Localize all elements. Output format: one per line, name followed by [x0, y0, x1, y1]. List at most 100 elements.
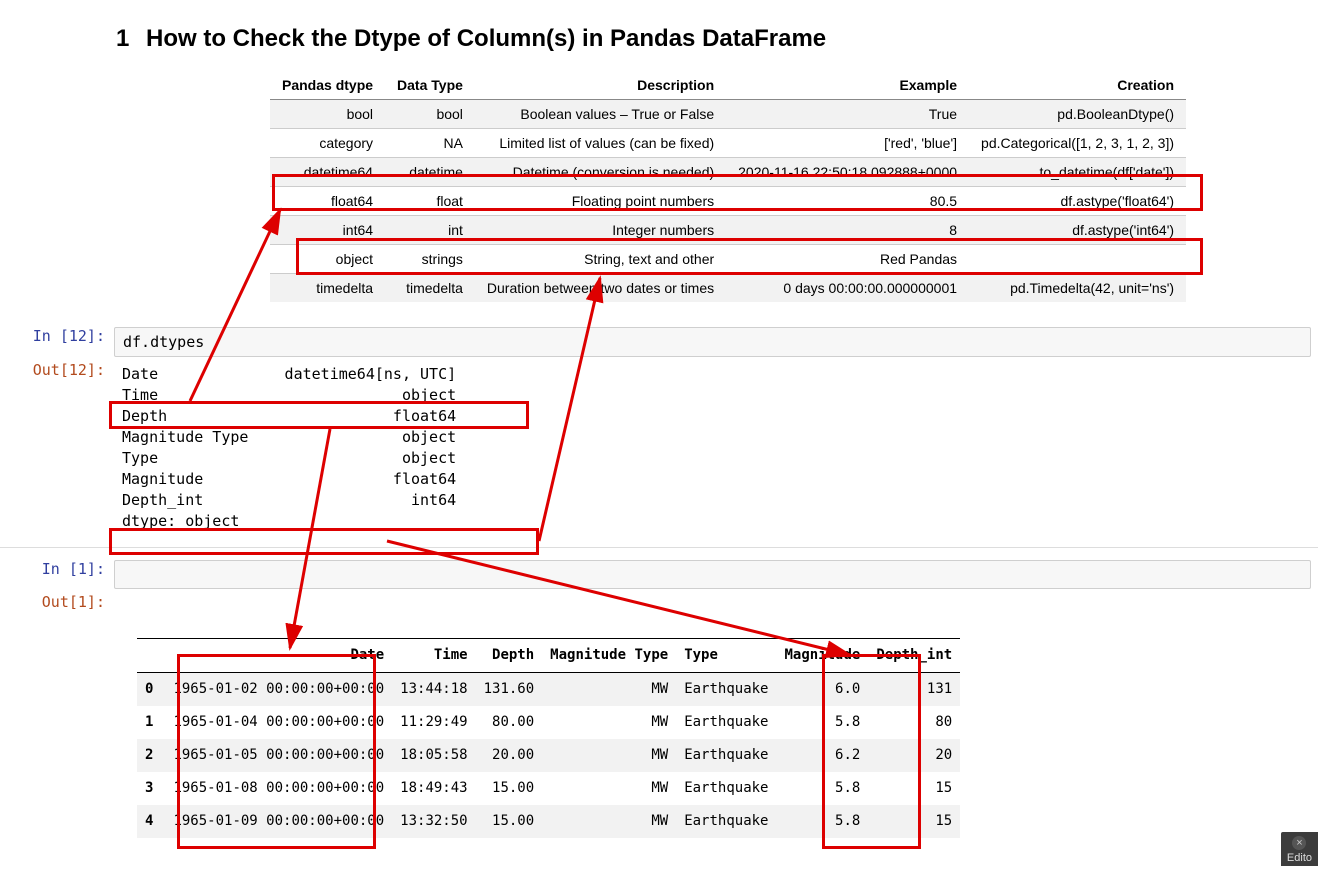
table-row: 31965-01-08 00:00:00+00:0018:49:4315.00M… [137, 772, 960, 805]
table-row: categoryNALimited list of values (can be… [270, 129, 1186, 158]
code-cell-12: In [12]: df.dtypes [0, 327, 1318, 357]
table-row: boolboolBoolean values – True or FalseTr… [270, 100, 1186, 129]
table-cell: timedelta [385, 274, 475, 303]
table-cell: int [385, 216, 475, 245]
col-description: Description [475, 71, 726, 100]
table-row: 01965-01-02 00:00:00+00:0013:44:18131.60… [137, 673, 960, 707]
table-cell: object [270, 245, 385, 274]
table-cell: MW [542, 739, 676, 772]
code-input-12[interactable]: df.dtypes [114, 327, 1311, 357]
table-cell: Red Pandas [726, 245, 969, 274]
table-cell: to_datetime(df['date']) [969, 158, 1186, 187]
table-cell: 5.8 [776, 706, 868, 739]
table-row: 21965-01-05 00:00:00+00:0018:05:5820.00M… [137, 739, 960, 772]
table-cell: 15 [868, 772, 960, 805]
table-row: float64floatFloating point numbers80.5df… [270, 187, 1186, 216]
table-row: timedeltatimedeltaDuration between two d… [270, 274, 1186, 303]
table-cell: True [726, 100, 969, 129]
table-cell: Datetime (conversion is needed) [475, 158, 726, 187]
table-cell: 5.8 [776, 805, 868, 838]
table-row: int64intInteger numbers8df.astype('int64… [270, 216, 1186, 245]
page-title: 1 How to Check the Dtype of Column(s) in… [116, 25, 1318, 53]
table-cell: 80.00 [476, 706, 543, 739]
df-header: Magnitude [776, 639, 868, 673]
table-cell: df.astype('int64') [969, 216, 1186, 245]
table-cell: NA [385, 129, 475, 158]
table-cell: pd.Timedelta(42, unit='ns') [969, 274, 1186, 303]
table-row: 11965-01-04 00:00:00+00:0011:29:4980.00M… [137, 706, 960, 739]
df-header: Depth [476, 639, 543, 673]
table-cell: 13:32:50 [392, 805, 475, 838]
table-cell: 13:44:18 [392, 673, 475, 707]
table-cell: 0 [137, 673, 165, 707]
table-cell: 18:05:58 [392, 739, 475, 772]
table-row: objectstringsString, text and otherRed P… [270, 245, 1186, 274]
table-cell: pd.Categorical([1, 2, 3, 1, 2, 3]) [969, 129, 1186, 158]
table-cell: datetime [385, 158, 475, 187]
table-cell: Duration between two dates or times [475, 274, 726, 303]
table-cell: float64 [270, 187, 385, 216]
table-row: datetime64datetimeDatetime (conversion i… [270, 158, 1186, 187]
in-prompt-1: In [1]: [0, 560, 114, 578]
dtype-reference-table: Pandas dtype Data Type Description Examp… [270, 71, 1186, 302]
table-cell: MW [542, 772, 676, 805]
table-cell: 131.60 [476, 673, 543, 707]
table-cell: 1965-01-05 00:00:00+00:00 [165, 739, 392, 772]
table-cell: Limited list of values (can be fixed) [475, 129, 726, 158]
table-cell: 3 [137, 772, 165, 805]
table-cell: bool [270, 100, 385, 129]
df-header: Type [676, 639, 776, 673]
table-cell: Earthquake [676, 805, 776, 838]
df-header [137, 639, 165, 673]
out-prompt-12: Out[12]: [0, 361, 114, 379]
table-cell: String, text and other [475, 245, 726, 274]
col-data-type: Data Type [385, 71, 475, 100]
table-cell: 6.2 [776, 739, 868, 772]
col-example: Example [726, 71, 969, 100]
df-header: Time [392, 639, 475, 673]
cell-divider [0, 547, 1318, 548]
table-cell: float [385, 187, 475, 216]
table-cell: category [270, 129, 385, 158]
df-header: Date [165, 639, 392, 673]
table-cell: df.astype('float64') [969, 187, 1186, 216]
table-cell: 1965-01-02 00:00:00+00:00 [165, 673, 392, 707]
page-root: 1 How to Check the Dtype of Column(s) in… [0, 0, 1318, 883]
close-icon[interactable]: × [1292, 836, 1306, 850]
table-cell: Earthquake [676, 772, 776, 805]
col-pandas-dtype: Pandas dtype [270, 71, 385, 100]
table-cell: datetime64 [270, 158, 385, 187]
in-prompt-12: In [12]: [0, 327, 114, 345]
table-cell: Earthquake [676, 739, 776, 772]
table-cell: 15 [868, 805, 960, 838]
table-cell: 1 [137, 706, 165, 739]
table-cell: 8 [726, 216, 969, 245]
table-cell: 20 [868, 739, 960, 772]
table-cell: MW [542, 805, 676, 838]
table-cell: 80.5 [726, 187, 969, 216]
table-cell: 1965-01-08 00:00:00+00:00 [165, 772, 392, 805]
table-cell: Boolean values – True or False [475, 100, 726, 129]
table-cell: bool [385, 100, 475, 129]
output-text-12: Date datetime64[ns, UTC] Time object Dep… [114, 361, 1318, 535]
table-cell: pd.BooleanDtype() [969, 100, 1186, 129]
df-header: Magnitude Type [542, 639, 676, 673]
table-cell: 80 [868, 706, 960, 739]
table-cell [969, 245, 1186, 274]
table-cell: strings [385, 245, 475, 274]
df-header: Depth_int [868, 639, 960, 673]
table-cell: Earthquake [676, 706, 776, 739]
table-cell: 5.8 [776, 772, 868, 805]
table-cell: 2 [137, 739, 165, 772]
table-cell: Integer numbers [475, 216, 726, 245]
table-cell: MW [542, 673, 676, 707]
out-prompt-1: Out[1]: [0, 593, 114, 611]
table-cell: Floating point numbers [475, 187, 726, 216]
table-cell: 15.00 [476, 772, 543, 805]
editor-tab[interactable]: × Edito [1281, 832, 1318, 866]
code-input-1[interactable] [114, 560, 1311, 589]
col-creation: Creation [969, 71, 1186, 100]
table-cell: int64 [270, 216, 385, 245]
table-cell: MW [542, 706, 676, 739]
heading-text: How to Check the Dtype of Column(s) in P… [146, 25, 826, 52]
